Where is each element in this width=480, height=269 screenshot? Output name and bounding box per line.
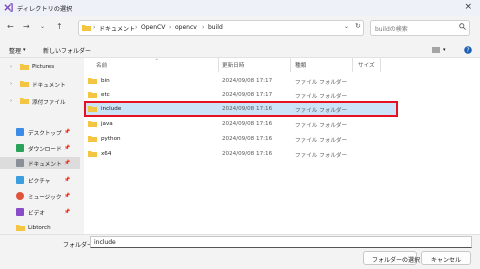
pin-icon: 📌 xyxy=(64,177,71,183)
cancel-label: キャンセル xyxy=(431,257,462,264)
column-header-size[interactable]: サイズ xyxy=(358,61,375,69)
sort-arrow-icon: ^ xyxy=(155,58,159,63)
file-name: python xyxy=(101,136,121,142)
svg-text:?: ? xyxy=(466,47,469,54)
search-icon xyxy=(459,23,466,30)
organize-button[interactable]: 整理 xyxy=(9,46,21,55)
breadcrumb-item[interactable]: OpenCV xyxy=(141,24,165,31)
organize-chevron-icon[interactable]: ▾ xyxy=(23,47,26,53)
breadcrumb-separator: › xyxy=(135,23,138,31)
column-header-name[interactable]: 名前 xyxy=(96,61,107,69)
forward-icon[interactable]: → xyxy=(23,22,30,31)
sidebar-item-label: ピクチャ xyxy=(28,179,51,185)
column-divider[interactable] xyxy=(218,58,219,72)
file-type: ファイル フォルダー xyxy=(295,123,348,129)
picture-icon xyxy=(16,176,24,184)
breadcrumb-separator: › xyxy=(169,23,172,31)
sidebar-item-label: ビデオ xyxy=(28,211,45,217)
folder-name-value[interactable]: include xyxy=(94,239,116,246)
new-folder-button[interactable]: 新しいフォルダー xyxy=(43,46,91,55)
folder-icon xyxy=(88,136,97,142)
file-name: x64 xyxy=(101,151,112,157)
search-input[interactable]: buildの検索 xyxy=(375,24,408,33)
expand-chevron-icon[interactable]: › xyxy=(10,64,12,70)
close-icon[interactable]: × xyxy=(464,2,472,12)
address-dropdown-icon[interactable]: ⌄ xyxy=(344,23,349,30)
breadcrumb-separator: › xyxy=(93,23,96,31)
file-type: ファイル フォルダー xyxy=(295,80,348,86)
file-type: ファイル フォルダー xyxy=(295,138,348,144)
view-chevron-icon[interactable]: ▾ xyxy=(443,47,446,53)
folder-icon xyxy=(82,25,91,31)
help-icon[interactable]: ? xyxy=(464,46,472,54)
folder-icon xyxy=(16,225,25,231)
window-title: ディレクトリの選択 xyxy=(17,6,73,13)
pin-icon: 📌 xyxy=(64,160,71,166)
file-date: 2024/09/08 17:16 xyxy=(222,151,273,157)
sidebar-item-label: Pictures xyxy=(32,64,55,70)
column-header-date[interactable]: 更新日時 xyxy=(222,61,244,69)
folder-icon xyxy=(20,98,29,104)
file-name: java xyxy=(101,121,113,127)
folder-icon xyxy=(88,78,97,84)
desktop-icon xyxy=(16,128,24,136)
sidebar-item-label: ドキュメント xyxy=(32,83,66,89)
breadcrumb-separator: › xyxy=(202,23,205,31)
video-icon xyxy=(16,208,24,216)
file-date: 2024/09/08 17:16 xyxy=(222,121,273,127)
folder-icon xyxy=(88,106,97,112)
file-name: etc xyxy=(101,92,110,98)
sidebar-item-label: ダウンロード xyxy=(28,147,62,153)
folder-icon xyxy=(88,121,97,127)
file-date: 2024/09/08 17:16 xyxy=(222,136,273,142)
pin-icon: 📌 xyxy=(64,193,71,199)
file-date: 2024/09/08 17:16 xyxy=(222,106,273,112)
app-icon xyxy=(4,3,13,12)
refresh-icon[interactable]: ↻ xyxy=(355,22,361,30)
expand-chevron-icon[interactable]: › xyxy=(10,98,12,104)
select-folder-label: フォルダーの選択 xyxy=(372,257,421,264)
document-icon xyxy=(16,159,24,167)
sidebar-item-label: デスクトップ xyxy=(28,131,62,137)
breadcrumb-item[interactable]: ドキュメント xyxy=(99,24,135,33)
sidebar-item-label: Libtorch xyxy=(28,225,51,231)
file-type: ファイル フォルダー xyxy=(295,108,348,114)
pin-icon: 📌 xyxy=(64,145,71,151)
breadcrumb-item[interactable]: opencv xyxy=(175,24,197,31)
music-icon xyxy=(16,192,24,200)
file-name: include xyxy=(101,106,122,112)
file-date: 2024/09/08 17:17 xyxy=(222,78,273,84)
breadcrumb-item[interactable]: build xyxy=(208,24,223,31)
back-icon[interactable]: ← xyxy=(7,22,14,31)
expand-chevron-icon[interactable]: › xyxy=(10,81,12,87)
view-options-icon[interactable] xyxy=(432,47,440,53)
file-type: ファイル フォルダー xyxy=(295,94,348,100)
recent-chevron-icon[interactable]: ⌄ xyxy=(40,23,45,30)
sidebar-item-label: 添付ファイル xyxy=(32,100,66,106)
column-divider[interactable] xyxy=(352,58,353,72)
column-divider[interactable] xyxy=(290,58,291,72)
pin-icon: 📌 xyxy=(64,209,71,215)
pin-icon: 📌 xyxy=(64,129,71,135)
column-divider[interactable] xyxy=(380,58,381,72)
column-header-type[interactable]: 種類 xyxy=(295,61,306,69)
sidebar-item-label: ドキュメント xyxy=(28,162,62,168)
folder-icon xyxy=(20,64,29,70)
folder-name-field[interactable] xyxy=(90,236,472,248)
download-icon xyxy=(16,144,24,152)
file-name: bin xyxy=(101,78,110,84)
folder-icon xyxy=(88,151,97,157)
folder-icon xyxy=(20,81,29,87)
sidebar-item-label: ミュージック xyxy=(28,195,62,201)
up-icon[interactable]: ↑ xyxy=(56,22,63,31)
folder-icon xyxy=(88,92,97,98)
file-date: 2024/09/08 17:17 xyxy=(222,92,273,98)
file-type: ファイル フォルダー xyxy=(295,153,348,159)
